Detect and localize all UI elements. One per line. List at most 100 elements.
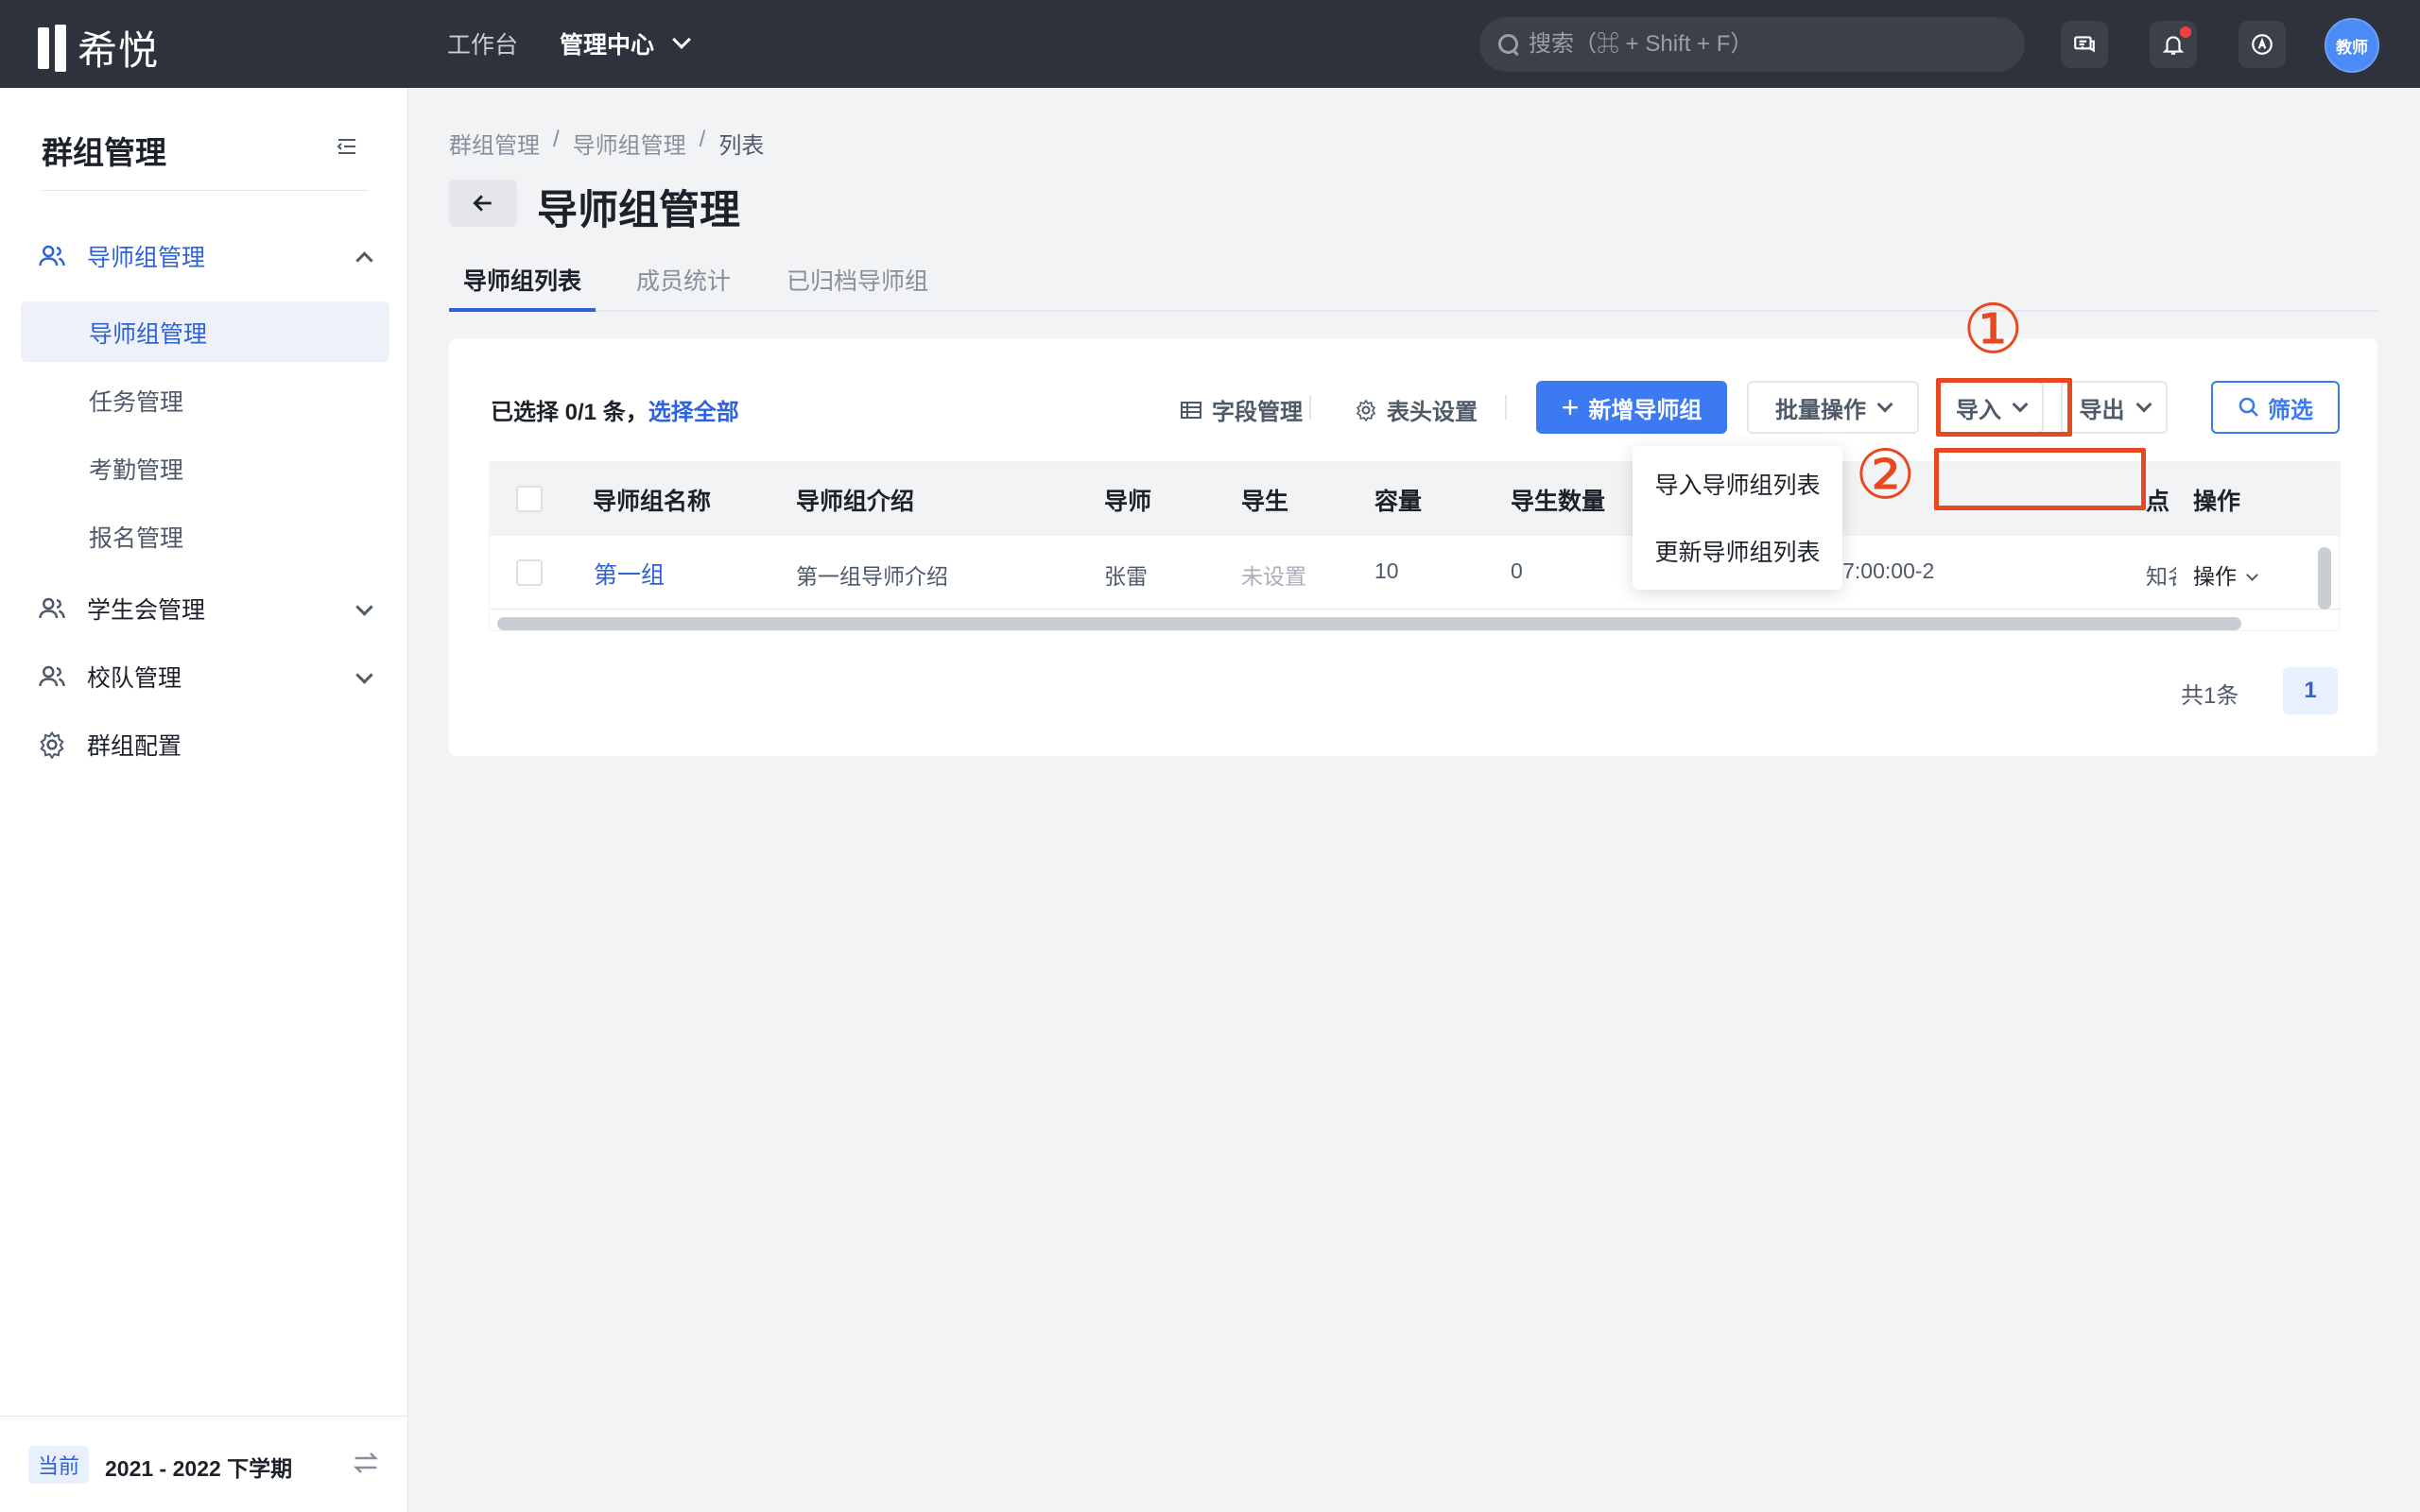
breadcrumb-item[interactable]: 导师组管理 [573,127,686,160]
sidebar-item-attendance-manage[interactable]: 考勤管理 [89,452,183,486]
column-header[interactable]: 导师组名称 [593,483,711,517]
gear-icon [1356,399,1376,421]
nav-management-center[interactable]: 管理中心 [560,26,654,60]
annotation-step-1: ① [1962,292,2024,368]
chevron-down-icon [2135,396,2152,413]
message-button[interactable] [2061,21,2108,68]
column-header[interactable]: 导生数量 [1511,483,1605,517]
export-label: 导出 [2079,397,2125,423]
sidebar-group-label: 学生会管理 [87,597,206,624]
top-bar: 希悦 工作台 管理中心 教师 [0,0,2420,88]
row-checkbox[interactable] [516,559,543,586]
switch-term-icon[interactable] [352,1449,380,1477]
sidebar-item-signup-manage[interactable]: 报名管理 [89,520,183,554]
sidebar-group-label: 校队管理 [87,665,182,692]
breadcrumb-separator: / [699,127,706,152]
tab-bar: 导师组列表 成员统计 已归档导师组 [449,255,2377,312]
horizontal-scrollbar[interactable] [497,617,2241,630]
filter-label: 筛选 [2268,397,2313,423]
search-input[interactable] [1529,31,2001,58]
divider [1505,395,1507,420]
column-header[interactable]: 导师 [1104,483,1151,517]
menu-item-import-list[interactable]: 导入导师组列表 [1633,457,1842,514]
chevron-down-icon [355,666,373,684]
compass-icon [2252,34,2273,55]
list-card: 已选择 0/1 条，选择全部 字段管理 表头设置 + 新增导师组 批量操作 导入… [449,338,2377,756]
tab-mentor-list[interactable]: 导师组列表 [463,263,581,297]
sidebar-group-school-team[interactable]: 校队管理 [38,654,374,699]
batch-label: 批量操作 [1775,397,1866,423]
active-tab-indicator [449,308,596,312]
mentor-group-name-link[interactable]: 第一组 [594,557,665,591]
avatar[interactable]: 教师 [2325,18,2379,73]
batch-operation-button[interactable]: 批量操作 [1747,381,1919,434]
back-button[interactable] [449,180,517,227]
app-switch-button[interactable] [2238,21,2286,68]
pagination-page-1[interactable]: 1 [2283,667,2338,714]
table-row: 第一组 第一组导师介绍 张雷 未设置 10 0 2022-11-10 17:00… [490,536,2341,610]
row-ops-dropdown[interactable]: 操作 [2193,558,2258,591]
column-header[interactable]: 导师组介绍 [796,483,914,517]
chevron-down-icon [355,598,373,616]
nav-workbench[interactable]: 工作台 [447,26,518,60]
table-cell: 第一组导师介绍 [796,564,948,589]
table-icon [1181,401,1201,419]
logo-text: 希悦 [78,28,160,73]
collapse-sidebar-icon[interactable] [336,135,358,158]
annotation-box-import [1936,378,2072,437]
vertical-scrollbar[interactable] [2318,547,2331,610]
import-dropdown-menu: 导入导师组列表 更新导师组列表 [1633,446,1842,590]
column-header: 操作 [2193,489,2241,515]
tab-member-stats[interactable]: 成员统计 [636,263,731,297]
divider [1309,395,1311,420]
column-header[interactable]: 容量 [1374,483,1422,517]
header-settings-button[interactable]: 表头设置 [1355,393,1478,426]
logo-mark-icon [38,26,49,69]
column-header[interactable]: 点 [2146,483,2169,517]
column-header[interactable]: 导生 [1241,483,1288,517]
sidebar-group-label: 导师组管理 [87,245,206,271]
chevron-down-icon[interactable] [672,30,691,49]
select-all-checkbox[interactable] [516,486,543,512]
export-button[interactable]: 导出 [2061,381,2168,434]
users-icon [39,597,65,619]
annotation-box-import-list [1934,448,2146,510]
divider [42,190,369,191]
add-mentor-group-button[interactable]: + 新增导师组 [1536,381,1727,434]
field-manage-button[interactable]: 字段管理 [1180,393,1303,426]
current-term: 2021 - 2022 下学期 [105,1456,293,1481]
row-ops-label: 操作 [2193,564,2237,589]
add-button-label: 新增导师组 [1588,397,1703,423]
breadcrumb-separator: / [553,127,560,152]
chevron-up-icon [355,251,373,269]
table-cell: 知名 [2146,564,2176,589]
sidebar-item-mentor-manage[interactable]: 导师组管理 [89,316,207,350]
message-icon [2074,36,2095,53]
gear-icon [40,730,64,759]
global-search[interactable] [1479,17,2025,72]
page-title: 导师组管理 [537,188,740,233]
chevron-down-icon [1876,396,1893,413]
sidebar-group-student-union[interactable]: 学生会管理 [38,586,374,631]
sidebar-item-task-manage[interactable]: 任务管理 [89,384,183,418]
notification-button[interactable] [2150,21,2197,68]
sidebar-group-label: 群组配置 [87,733,182,760]
field-manage-label: 字段管理 [1212,400,1303,425]
arrow-left-icon [473,195,492,212]
pagination-total: 共1条 [2181,683,2239,709]
tab-archived[interactable]: 已归档导师组 [786,263,928,297]
selection-count: 已选择 0/1 条， [491,400,648,425]
menu-item-update-list[interactable]: 更新导师组列表 [1633,524,1842,581]
table-cell: 张雷 [1104,564,1148,589]
breadcrumb-item[interactable]: 群组管理 [449,127,540,160]
table-cell: 0 [1511,558,1523,583]
app-logo[interactable]: 希悦 [38,19,159,77]
sidebar-group-mentor[interactable]: 导师组管理 [38,233,374,279]
logo-mark-icon [55,24,66,72]
table-cell: 未设置 [1241,564,1306,589]
chevron-down-icon [2246,569,2258,581]
divider [0,1416,408,1417]
select-all-link[interactable]: 选择全部 [648,400,739,425]
sidebar-group-config[interactable]: 群组配置 [38,722,374,767]
filter-button[interactable]: 筛选 [2211,381,2340,434]
